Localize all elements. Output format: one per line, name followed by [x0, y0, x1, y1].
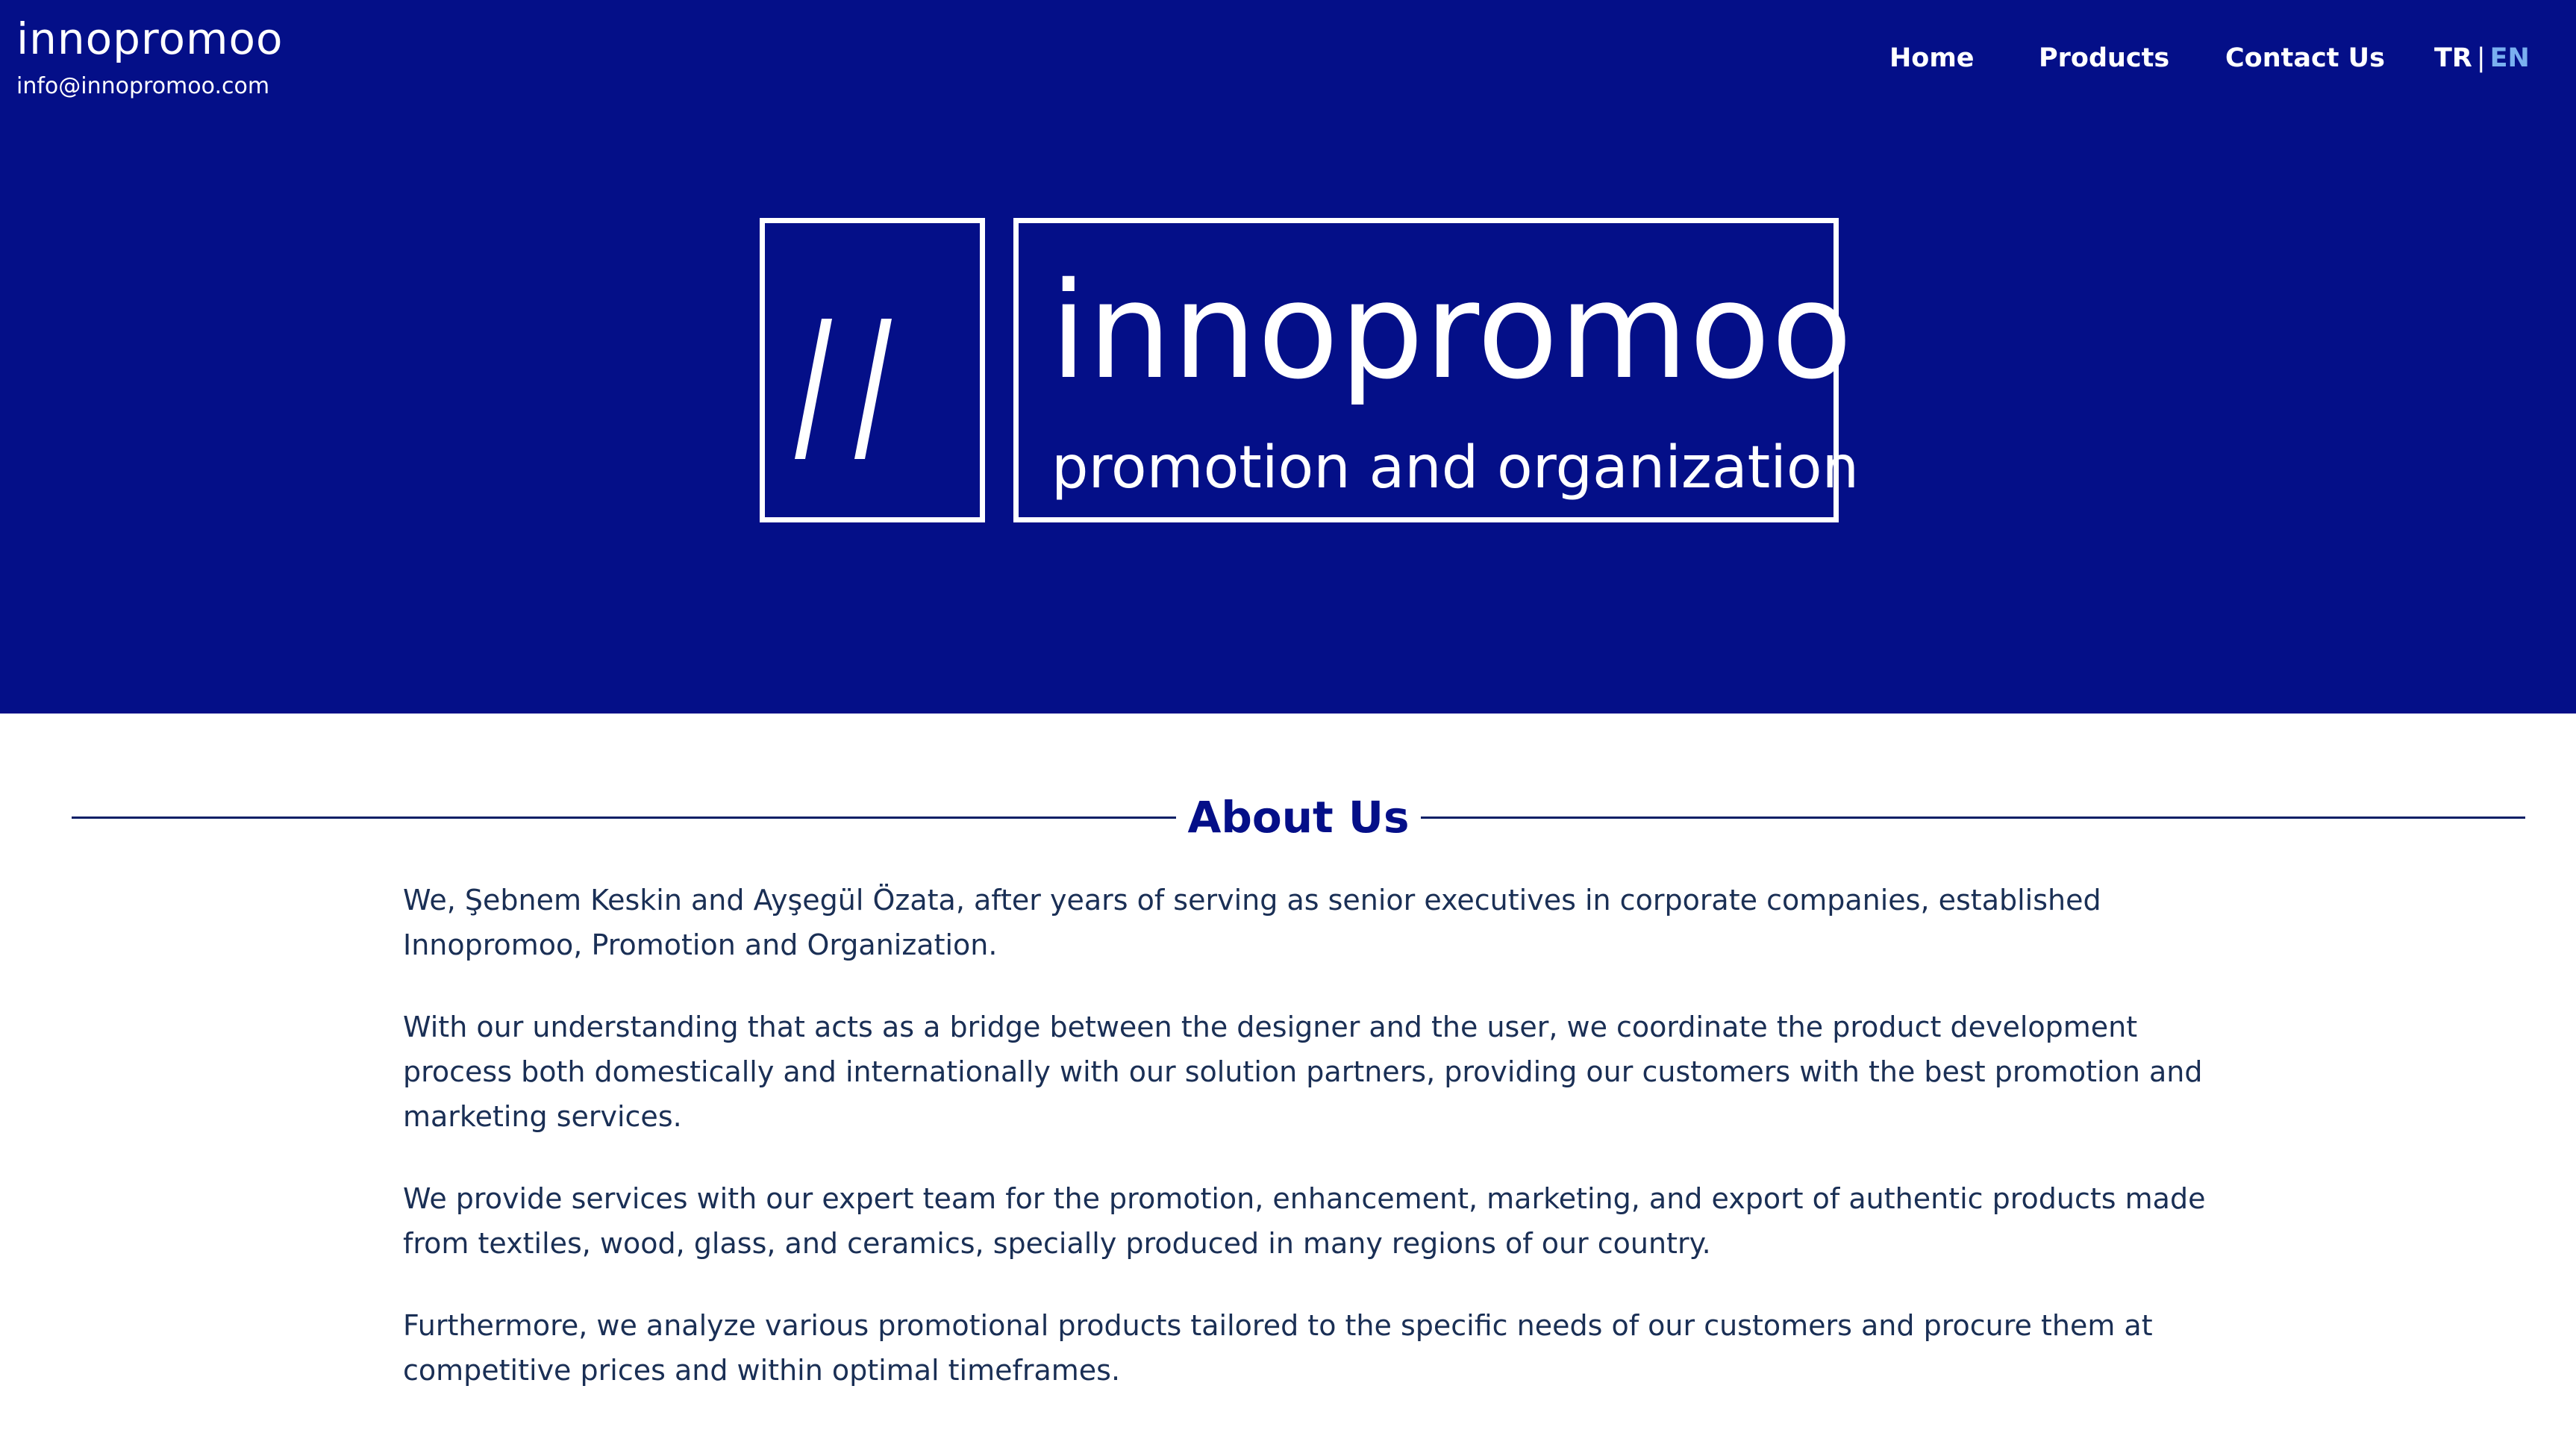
about-paragraph-2: With our understanding that acts as a br… [403, 1011, 2203, 1133]
about-header: About Us [0, 787, 2576, 847]
main-nav: Home Products Contact Us TR | EN [0, 37, 2576, 79]
about-paragraph-1: We, Şebnem Keskin and Ayşegül Özata, aft… [403, 884, 2101, 961]
nav-home-link[interactable]: Home [1889, 37, 1975, 79]
logo-title: innopromoo [1050, 254, 1854, 408]
nav-products-link[interactable]: Products [2039, 37, 2169, 79]
about-content: We, Şebnem Keskin and Ayşegül Özata, aft… [403, 878, 2209, 1430]
about-title: About Us [1187, 792, 1410, 843]
language-switcher: TR | EN [2434, 37, 2530, 79]
lang-separator: | [2476, 43, 2486, 73]
logo-mark-box [760, 218, 985, 522]
lang-en-link[interactable]: EN [2490, 43, 2530, 73]
divider-left [72, 817, 1176, 819]
lang-tr-link[interactable]: TR [2434, 43, 2472, 73]
logo-wordmark-box: innopromoo promotion and organization [1013, 218, 1859, 522]
double-slash-icon [795, 319, 892, 459]
about-paragraph-4: Furthermore, we analyze various promotio… [403, 1309, 2153, 1387]
hero-header: innopromoo info@innopromoo.com Home Prod… [0, 0, 2576, 714]
nav-contact-link[interactable]: Contact Us [2225, 37, 2385, 79]
divider-right [1421, 817, 2525, 819]
logo-tagline: promotion and organization [1051, 434, 1860, 502]
about-paragraph-3: We provide services with our expert team… [403, 1182, 2206, 1260]
